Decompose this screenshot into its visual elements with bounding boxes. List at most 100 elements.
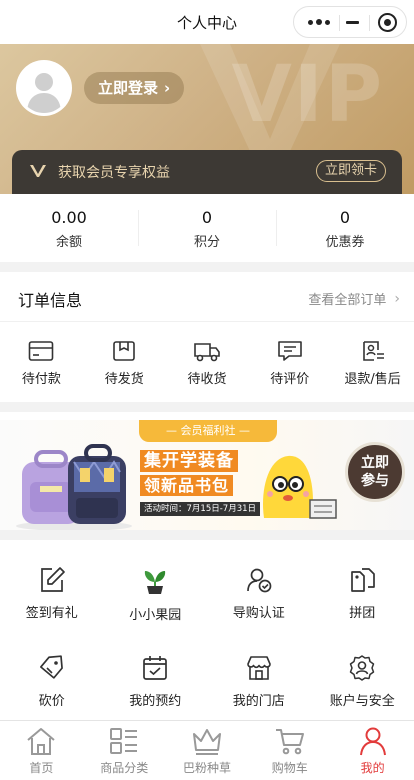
- avatar[interactable]: [16, 60, 72, 116]
- tab-label: 首页: [29, 761, 54, 775]
- stat-value: 0: [339, 208, 351, 227]
- close-icon[interactable]: [378, 13, 397, 32]
- vip-benefits-text: 获取会员专享权益: [58, 165, 170, 181]
- service-bargain[interactable]: 砍价: [0, 654, 104, 709]
- tab-community[interactable]: 巴粉种草: [166, 721, 249, 780]
- stat-label: 余额: [55, 235, 82, 250]
- order-status-label: 退款/售后: [344, 372, 401, 387]
- store-icon: [246, 656, 271, 680]
- calendar-icon: [143, 656, 168, 680]
- price-tag-icon: [39, 655, 63, 679]
- order-status-label: 待发货: [104, 372, 144, 387]
- service-label: 账户与安全: [329, 694, 395, 709]
- claim-card-button[interactable]: 立即领卡: [315, 160, 386, 182]
- user-verify-icon: [246, 568, 272, 593]
- package-icon: [113, 341, 135, 361]
- bottom-tab-bar: 首页 商品分类 巴粉种草 购物车 我的: [0, 720, 414, 780]
- order-section-header: 订单信息 查看全部订单 ›: [0, 272, 414, 322]
- chevron-right-icon: ›: [394, 290, 400, 307]
- order-pending-shipment[interactable]: 待发货: [83, 340, 166, 387]
- tab-home[interactable]: 首页: [0, 721, 83, 780]
- view-all-orders-link[interactable]: 查看全部订单 ›: [308, 289, 400, 309]
- login-label: 立即登录: [98, 79, 159, 97]
- order-pending-review[interactable]: 待评价: [248, 340, 331, 387]
- settings-user-icon: [350, 655, 375, 681]
- service-label: 小小果园: [129, 608, 182, 623]
- services-row-2: 砍价 我的预约 我的门店 账户与安全: [0, 654, 414, 709]
- order-refund-aftersale[interactable]: 退款/售后: [331, 340, 414, 387]
- avatar-placeholder-icon: [19, 63, 69, 113]
- promo-text-block: 集开学装备 领新品书包 活动时间：7月15日-7月31日: [140, 450, 261, 516]
- capsule-divider: [369, 15, 370, 31]
- person-icon: [359, 727, 386, 756]
- service-label: 签到有礼: [25, 606, 78, 621]
- stat-coupons[interactable]: 0 优惠券: [276, 194, 414, 262]
- stat-value: 0.00: [51, 208, 87, 227]
- stat-label: 优惠券: [325, 235, 365, 250]
- tab-categories[interactable]: 商品分类: [83, 721, 166, 780]
- service-account-security[interactable]: 账户与安全: [311, 654, 414, 709]
- stat-points[interactable]: 0 积分: [138, 194, 276, 262]
- join-label-1: 立即: [361, 455, 389, 471]
- tab-mine[interactable]: 我的: [331, 721, 414, 780]
- chevron-right-icon: ›: [164, 79, 171, 97]
- cart-icon: [275, 729, 304, 755]
- mascot-illustration: [263, 455, 337, 519]
- page: 个人中心 VIP 立即登录 › 获取会员专享权益 立即领卡 0.00 余额 0 …: [0, 0, 414, 780]
- vip-v-icon: [30, 165, 46, 177]
- capsule-divider: [339, 15, 340, 31]
- plant-icon: [145, 571, 166, 594]
- refund-icon: [362, 341, 384, 361]
- services-grid: 签到有礼 小小果园 导购认证 拼团 砍价 我的预约 我的门店 账户与安全: [0, 540, 414, 720]
- promo-banner[interactable]: — 会员福利社 — 集开学装备 领新品书包 活动时间：7月15日-7月31日 立…: [0, 412, 414, 530]
- tab-label: 商品分类: [100, 761, 149, 775]
- backpack-illustration: [16, 444, 132, 530]
- service-label: 拼团: [349, 606, 376, 621]
- service-group-buy[interactable]: 拼团: [311, 566, 414, 623]
- login-button[interactable]: 立即登录 ›: [84, 72, 185, 104]
- edit-icon: [40, 567, 65, 592]
- order-section: 订单信息 查看全部订单 › 待付款 待发货 待收货 待评价 退款/售后: [0, 272, 414, 402]
- truck-icon: [194, 343, 220, 362]
- promo-date: 活动时间：7月15日-7月31日: [140, 502, 261, 516]
- service-label: 砍价: [38, 694, 65, 709]
- comment-icon: [277, 341, 302, 361]
- services-row-1: 签到有礼 小小果园 导购认证 拼团: [0, 566, 414, 623]
- order-pending-receipt[interactable]: 待收货: [166, 340, 249, 387]
- service-checkin[interactable]: 签到有礼: [0, 566, 104, 623]
- join-label-2: 参与: [361, 473, 389, 489]
- more-icon[interactable]: [308, 16, 330, 28]
- profile-header: VIP 立即登录 › 获取会员专享权益 立即领卡: [0, 44, 414, 194]
- mini-program-capsule: [293, 6, 407, 38]
- service-orchard[interactable]: 小小果园: [104, 566, 208, 623]
- order-status-row: 待付款 待发货 待收货 待评价 退款/售后: [0, 340, 414, 387]
- home-icon: [27, 728, 56, 755]
- tab-label: 巴粉种草: [182, 761, 231, 775]
- order-section-title: 订单信息: [18, 291, 83, 310]
- vip-benefits-bar[interactable]: 获取会员专享权益 立即领卡: [12, 150, 402, 194]
- promo-ribbon-label: 会员福利社: [180, 424, 236, 437]
- order-pending-payment[interactable]: 待付款: [0, 340, 83, 387]
- tab-label: 购物车: [271, 761, 308, 775]
- order-status-label: 待评价: [270, 372, 310, 387]
- account-stats: 0.00 余额 0 积分 0 优惠券: [0, 194, 414, 262]
- service-guide-verify[interactable]: 导购认证: [207, 566, 311, 623]
- tab-cart[interactable]: 购物车: [248, 721, 331, 780]
- promo-headline-1: 集开学装备: [140, 450, 238, 472]
- tab-label: 我的: [360, 761, 385, 775]
- view-all-orders-label: 查看全部订单: [308, 293, 387, 308]
- stat-label: 积分: [193, 235, 220, 250]
- service-label: 我的门店: [232, 694, 285, 709]
- order-status-label: 待付款: [21, 372, 61, 387]
- navigation-bar: 个人中心: [0, 0, 414, 44]
- join-now-button[interactable]: 立即 参与: [345, 442, 405, 502]
- service-reservation[interactable]: 我的预约: [104, 654, 208, 709]
- category-icon: [110, 728, 138, 754]
- card-icon: [29, 341, 54, 361]
- service-label: 导购认证: [232, 606, 285, 621]
- stat-balance[interactable]: 0.00 余额: [0, 194, 138, 262]
- tags-icon: [351, 568, 376, 592]
- minimize-icon[interactable]: [346, 21, 359, 24]
- service-my-store[interactable]: 我的门店: [207, 654, 311, 709]
- promo-headline-2: 领新品书包: [140, 475, 234, 496]
